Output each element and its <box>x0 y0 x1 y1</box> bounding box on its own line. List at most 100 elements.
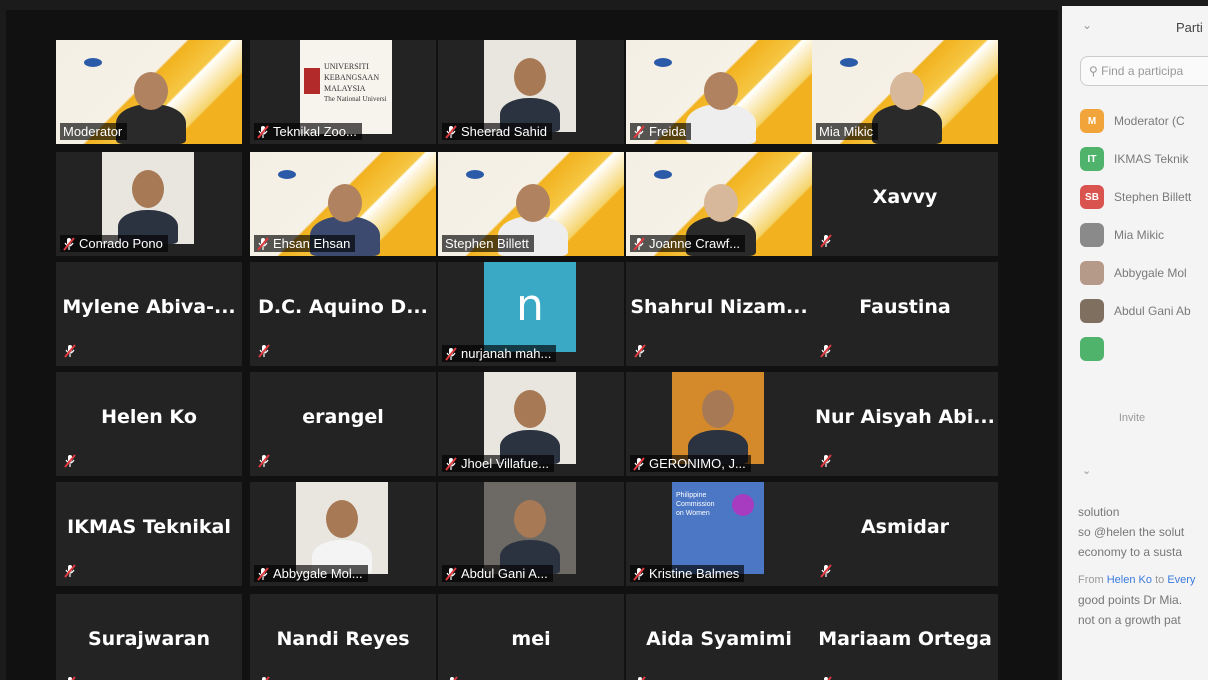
participant-tile[interactable]: Shahrul Nizam... <box>626 262 812 366</box>
participant-name: Joanne Crawf... <box>649 236 741 251</box>
chat-line: so @helen the solut <box>1078 525 1185 539</box>
chat-meta-to: to <box>1155 574 1165 586</box>
mic-muted-icon <box>634 676 646 680</box>
crest-icon <box>304 68 320 94</box>
participant-tile[interactable]: Freida <box>626 40 812 144</box>
participant-tile[interactable]: IKMAS Teknikal <box>56 482 242 586</box>
participant-tile[interactable]: mei <box>438 594 624 680</box>
participant-tile[interactable]: erangel <box>250 372 436 476</box>
participant-tile[interactable]: Mia Mikic <box>812 40 998 144</box>
mic-muted-icon <box>820 344 832 358</box>
apec-logo-icon <box>654 58 672 67</box>
mic-muted-icon <box>445 346 457 361</box>
participant-name: Abbygale Mol... <box>273 566 363 581</box>
participant-list-name: IKMAS Teknik <box>1114 152 1189 166</box>
mic-muted-icon <box>257 124 269 139</box>
participant-name-label: Jhoel Villafue... <box>442 455 554 472</box>
chat-recipient-link[interactable]: Every <box>1167 574 1195 586</box>
participant-tile[interactable]: Moderator <box>56 40 242 144</box>
person-head <box>514 500 546 538</box>
chat-line: good points Dr Mia. <box>1078 593 1183 607</box>
chat-area: solution so @helen the solut economy to … <box>1078 502 1208 630</box>
mic-muted-icon <box>820 564 832 578</box>
video-gallery: Moderator UNIVERSITI KEBANGSAAN MALAYSIA The… <box>6 10 1058 680</box>
participant-tile[interactable]: Ehsan Ehsan <box>250 152 436 256</box>
participant-tile[interactable]: n nurjanah mah... <box>438 262 624 366</box>
participant-search-input[interactable]: ⚲ Find a participa <box>1080 56 1208 86</box>
participant-tile[interactable]: D.C. Aquino D... <box>250 262 436 366</box>
participant-name-label: Teknikal Zoo... <box>254 123 362 140</box>
participant-tile[interactable]: Mariaam Ortega <box>812 594 998 680</box>
person-head <box>890 72 924 110</box>
participant-tile[interactable]: Aida Syamimi <box>626 594 812 680</box>
participant-list-name: Mia Mikic <box>1114 228 1164 242</box>
participant-list-item[interactable] <box>1080 330 1208 368</box>
participant-tile[interactable]: UNIVERSITI KEBANGSAAN MALAYSIA The National… <box>250 40 436 144</box>
participant-name: Freida <box>649 124 686 139</box>
avatar: SB <box>1080 185 1104 209</box>
apec-logo-icon <box>84 58 102 67</box>
participant-list-item[interactable]: Mia Mikic <box>1080 216 1208 254</box>
slide-text: KEBANGSAAN <box>324 73 380 82</box>
participant-list-item[interactable]: M Moderator (C <box>1080 102 1208 140</box>
apec-logo-icon <box>466 170 484 179</box>
avatar <box>1080 223 1104 247</box>
participant-tile[interactable]: Nandi Reyes <box>250 594 436 680</box>
participant-tile[interactable]: Conrado Pono <box>56 152 242 256</box>
participant-tile[interactable]: Surajwaran <box>56 594 242 680</box>
participant-name-label: Sheerad Sahid <box>442 123 553 140</box>
participant-name: Ehsan Ehsan <box>273 236 351 251</box>
participant-tile[interactable]: Jhoel Villafue... <box>438 372 624 476</box>
participant-name: mei <box>511 628 551 650</box>
participant-tile[interactable]: Helen Ko <box>56 372 242 476</box>
participant-name: Surajwaran <box>87 628 210 650</box>
mic-muted-icon <box>64 564 76 578</box>
chat-sender-link[interactable]: Helen Ko <box>1107 574 1152 586</box>
person-head <box>134 72 168 110</box>
participant-tile[interactable]: Philippine Commission on Women Kristine Bal… <box>626 482 812 586</box>
chat-meta-from: From <box>1078 574 1104 586</box>
participant-name: Sheerad Sahid <box>461 124 548 139</box>
participant-tile[interactable]: Xavvy <box>812 152 998 256</box>
participant-tile[interactable]: GERONIMO, J... <box>626 372 812 476</box>
participant-list-item[interactable]: Abdul Gani Ab <box>1080 292 1208 330</box>
person-head <box>704 72 738 110</box>
participant-tile[interactable]: Abdul Gani A... <box>438 482 624 586</box>
participant-name-label: Freida <box>630 123 691 140</box>
participant-tile[interactable]: Asmidar <box>812 482 998 586</box>
participant-name: Mia Mikic <box>819 124 874 139</box>
chevron-down-icon[interactable]: ⌄ <box>1082 18 1092 32</box>
participant-name-label: GERONIMO, J... <box>630 455 751 472</box>
participant-tile[interactable]: Joanne Crawf... <box>626 152 812 256</box>
chat-chevron-icon[interactable]: ⌄ <box>1082 464 1091 477</box>
participant-list-item[interactable]: Abbygale Mol <box>1080 254 1208 292</box>
mic-muted-icon <box>633 236 645 251</box>
participant-tile[interactable]: Sheerad Sahid <box>438 40 624 144</box>
participant-name-label: Conrado Pono <box>60 235 168 252</box>
person-head <box>514 390 546 428</box>
mic-muted-icon <box>445 566 457 581</box>
participant-name-label: Mia Mikic <box>816 123 879 140</box>
participant-name: Aida Syamimi <box>646 628 792 650</box>
participant-list-item[interactable]: IT IKMAS Teknik <box>1080 140 1208 178</box>
chat-line: not on a growth pat <box>1078 613 1181 627</box>
participant-tile[interactable]: Nur Aisyah Abi... <box>812 372 998 476</box>
participant-name-label: Stephen Billett <box>442 235 534 252</box>
participant-tile[interactable]: Faustina <box>812 262 998 366</box>
participant-name-label: Ehsan Ehsan <box>254 235 356 252</box>
mic-muted-icon <box>820 676 832 680</box>
mic-muted-icon <box>63 236 75 251</box>
mic-muted-icon <box>258 676 270 680</box>
search-icon: ⚲ <box>1089 64 1098 78</box>
participant-list-item[interactable]: SB Stephen Billett <box>1080 178 1208 216</box>
participant-tile[interactable]: Stephen Billett <box>438 152 624 256</box>
invite-button[interactable]: Invite <box>1102 406 1162 430</box>
person-head <box>516 184 550 222</box>
participant-tile[interactable]: Abbygale Mol... <box>250 482 436 586</box>
participant-tile[interactable]: Mylene Abiva-... <box>56 262 242 366</box>
participant-name-label: Moderator <box>60 123 128 140</box>
slide-text: UNIVERSITI <box>324 62 369 71</box>
slide-text: MALAYSIA <box>324 84 366 93</box>
mic-muted-icon <box>445 456 457 471</box>
chat-message-meta: From Helen Ko to Every <box>1078 570 1208 590</box>
